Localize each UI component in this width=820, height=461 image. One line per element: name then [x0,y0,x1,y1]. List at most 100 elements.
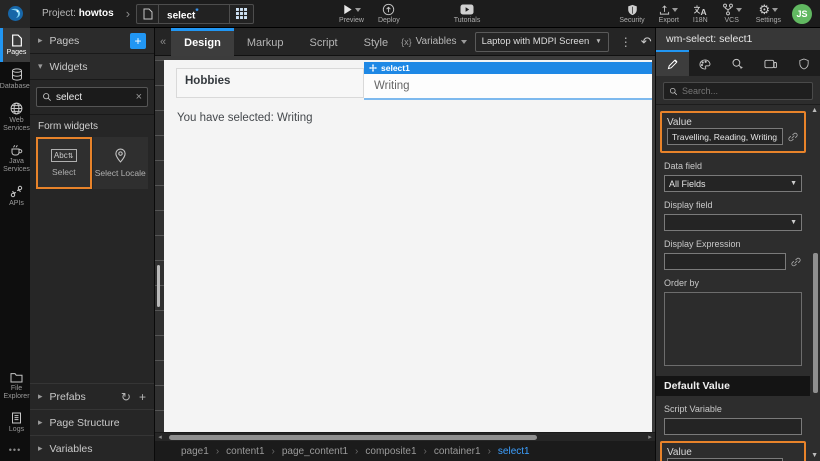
settings-caret-icon[interactable] [772,8,778,12]
variables-dropdown[interactable]: {x} Variables [401,36,466,47]
settings-button[interactable]: ⚙ Settings [749,0,788,28]
prefabs-section-header[interactable]: ▸ Prefabs ↻ + [30,383,154,409]
canvas-vertical-scrollbar[interactable] [157,265,160,307]
widget-tile-select-locale[interactable]: Select Locale [93,137,149,189]
preview-button[interactable]: Preview [332,0,371,28]
tab-markup[interactable]: Markup [234,28,297,56]
activity-item-pages[interactable]: Pages [0,28,30,62]
breadcrumb-page1[interactable]: page1 [181,446,209,457]
display-expression-input[interactable] [664,253,786,270]
security-shield-icon [627,4,638,16]
data-field-select[interactable]: All Fields ▼ [664,175,802,192]
variables-section-header[interactable]: ▸ Variables [30,435,154,461]
breadcrumb-page-content1[interactable]: page_content1 [282,446,348,457]
breadcrumb-content1[interactable]: content1 [226,446,264,457]
undo-button[interactable]: ↶ [637,34,656,50]
activity-item-web-services[interactable]: Web Services [0,96,30,138]
expanded-triangle-icon: ▾ [38,61,43,72]
security-button[interactable]: Security [612,0,651,28]
activity-more-button[interactable]: ••• [0,439,30,461]
collapsed-triangle-icon: ▸ [38,417,43,428]
deploy-button[interactable]: Deploy [371,0,407,28]
wavemaker-studio: Project: howtos › select* Preview [0,0,820,461]
open-file-tab[interactable]: select* [136,4,254,24]
widget-tile-select[interactable]: Abc⇅ Select [36,137,92,189]
scroll-up-arrow[interactable]: ▲ [811,107,818,114]
activity-item-logs[interactable]: Logs [0,406,30,439]
tab-style[interactable]: Style [351,28,401,56]
widgets-section-header[interactable]: ▾ Widgets [30,54,154,80]
select1-widget[interactable]: select1 Writing [364,62,652,100]
vcs-caret-icon[interactable] [736,8,742,12]
play-icon [342,4,353,15]
hscroll-right-arrow[interactable]: ▸ [645,433,655,442]
hscroll-left-arrow[interactable]: ◂ [155,433,165,442]
order-by-property: Order by [664,278,802,366]
select1-dropdown[interactable]: Writing [364,74,652,100]
tab-events[interactable] [722,50,755,76]
export-caret-icon[interactable] [672,8,678,12]
scroll-down-arrow[interactable]: ▼ [811,452,818,459]
tab-styles[interactable] [689,50,722,76]
add-page-button[interactable]: + [130,33,146,49]
activity-item-java-services[interactable]: Java Services [0,138,30,179]
tab-design[interactable]: Design [171,28,234,56]
export-button[interactable]: Export [652,0,686,28]
breadcrumb-container1[interactable]: container1 [434,446,481,457]
clear-search-icon[interactable]: × [136,91,142,103]
device-preview-dropdown[interactable]: Laptop with MDPI Screen ▼ [475,32,609,52]
order-by-box[interactable] [664,292,802,366]
script-variable-input[interactable] [664,418,802,435]
activity-item-databases[interactable]: Databases [0,62,30,96]
value-property-input[interactable] [667,128,783,145]
widget-selection-header[interactable]: select1 [364,62,652,74]
pages-section-header[interactable]: ▸ Pages + [30,28,154,54]
widget-search-input[interactable] [56,92,136,103]
file-tab-label[interactable]: select* [159,6,229,21]
properties-tabs [656,50,820,76]
collapsed-triangle-icon: ▸ [38,443,43,454]
tab-script[interactable]: Script [297,28,351,56]
properties-search-input[interactable] [682,86,807,96]
tab-security[interactable] [787,50,820,76]
tab-devices[interactable] [754,50,787,76]
display-field-select[interactable]: ▼ [664,214,802,231]
properties-panel: wm-select: select1 [655,28,820,461]
bind-link-icon[interactable] [787,131,799,143]
result-label[interactable]: You have selected: Writing [177,112,652,124]
wavemaker-logo[interactable] [0,0,30,28]
breadcrumb: page1 › content1 › page_content1 › compo… [155,441,655,461]
tutorials-button[interactable]: Tutorials [447,0,488,28]
hscroll-thumb[interactable] [169,435,537,440]
activity-item-apis[interactable]: APIs [0,179,30,213]
default-value-property-highlighted: Value [660,441,806,461]
add-prefab-icon[interactable]: + [139,390,146,404]
value-property-label: Value [667,117,692,128]
vcs-button[interactable]: VCS [715,0,749,28]
modified-indicator: * [195,6,198,16]
preview-caret-icon[interactable] [355,8,361,12]
breadcrumb-composite1[interactable]: composite1 [365,446,416,457]
script-variable-property: Script Variable [664,404,802,435]
bind-link-icon[interactable] [790,256,802,268]
i18n-button[interactable]: A I18N [686,0,715,28]
move-handle-icon[interactable] [369,64,377,72]
collapse-left-panel-icon[interactable]: « [155,36,171,48]
project-label: Project: howtos [42,8,114,19]
tab-properties[interactable] [656,50,689,76]
canvas-more-menu-icon[interactable]: ⋮ [615,35,637,49]
activity-item-file-explorer[interactable]: File Explorer [0,366,30,406]
breadcrumb-select1[interactable]: select1 [498,446,530,457]
breadcrumb-separator: › [424,446,427,457]
pages-icon [11,34,23,47]
design-canvas[interactable]: Hobbies select1 Writing You have s [164,60,652,432]
user-avatar[interactable]: JS [792,4,812,24]
refresh-prefabs-icon[interactable]: ↻ [121,390,131,404]
horizontal-scrollbar[interactable]: ◂ ▸ [155,432,655,441]
editor-toolbar: « Design Markup Script Style {x} Variabl… [155,28,655,56]
hobbies-label[interactable]: Hobbies [176,68,364,98]
collapsed-triangle-icon: ▸ [38,35,43,46]
dashboard-grid-icon[interactable] [229,5,253,23]
properties-scrollbar-thumb[interactable] [813,253,818,393]
page-structure-section-header[interactable]: ▸ Page Structure [30,409,154,435]
